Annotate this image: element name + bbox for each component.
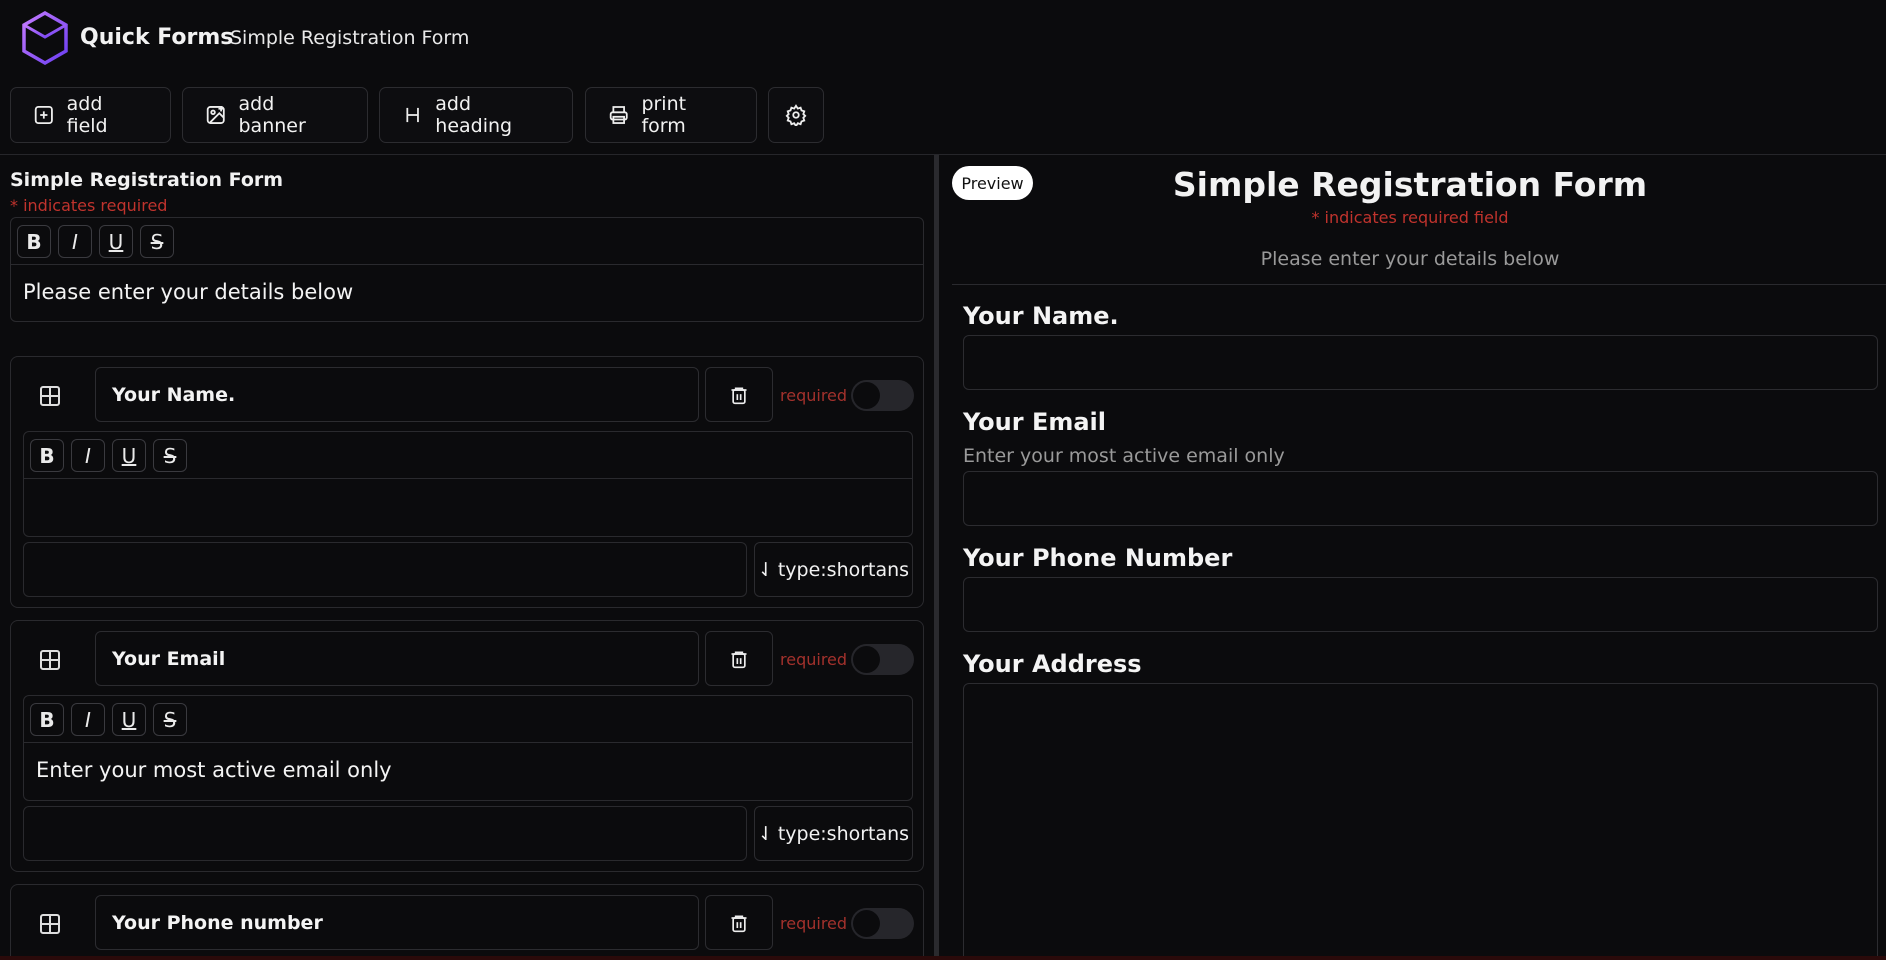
field-description-editor[interactable]: B I U S Enter your most active email onl… [23, 695, 913, 801]
toggle-knob [853, 646, 880, 673]
trash-icon [731, 915, 747, 932]
add-field-label: add field [66, 93, 108, 137]
app-brand: Quick Forms [80, 25, 234, 50]
italic-button[interactable]: I [58, 225, 92, 258]
address-textarea[interactable] [963, 683, 1878, 960]
required-label: required [780, 650, 848, 669]
strikethrough-button[interactable]: S [153, 703, 187, 736]
form-description-text: Please enter your details below [23, 280, 354, 304]
required-note: * indicates required [10, 196, 168, 215]
delete-field-button[interactable] [705, 631, 773, 686]
toggle-knob [853, 910, 880, 937]
preview-field-label: Your Name. [963, 302, 1119, 330]
format-toolbar: B I U S [24, 432, 912, 479]
italic-button[interactable]: I [71, 439, 105, 472]
field-type-label: type:shortans [777, 558, 910, 581]
underline-button[interactable]: U [99, 225, 133, 258]
form-editor: Simple Registration Form * indicates req… [0, 155, 934, 960]
print-form-label: print form [641, 93, 687, 137]
form-description-editor[interactable]: B I U S Please enter your details below [10, 217, 924, 322]
panel-splitter[interactable] [934, 155, 939, 960]
underline-button[interactable]: U [112, 439, 146, 472]
preview-field-help: Enter your most active email only [963, 445, 1285, 467]
add-heading-button[interactable]: add heading [379, 87, 573, 143]
editor-title: Simple Registration Form [10, 169, 284, 191]
format-toolbar: B I U S [11, 218, 923, 265]
field-card: Your Email required B I U S Enter your m… [10, 620, 924, 872]
preview-field-label: Your Phone Number [963, 544, 1233, 572]
delete-field-button[interactable] [705, 367, 773, 422]
delete-field-button[interactable] [705, 895, 773, 950]
bottom-edge [0, 956, 1886, 960]
gear-icon [785, 104, 807, 126]
field-label-input[interactable]: Your Name. [95, 367, 699, 422]
field-description-text: Enter your most active email only [36, 758, 392, 782]
app-header: Quick Forms Simple Registration Form [0, 0, 1886, 76]
add-heading-label: add heading [435, 93, 513, 137]
settings-button[interactable] [768, 87, 824, 143]
preview-divider [952, 284, 1886, 285]
sort-icon: ⇃ [757, 558, 774, 581]
toggle-knob [853, 382, 880, 409]
grid-icon[interactable] [39, 385, 61, 407]
cube-logo-icon [22, 11, 68, 65]
plus-square-icon [34, 105, 53, 125]
field-label-input[interactable]: Your Phone number [95, 895, 699, 950]
field-type-label: type:shortans [777, 822, 910, 845]
bold-button[interactable]: B [30, 703, 64, 736]
required-label: required [780, 386, 848, 405]
heading-icon [406, 107, 419, 123]
strikethrough-button[interactable]: S [140, 225, 174, 258]
image-plus-icon [206, 106, 225, 124]
required-toggle[interactable] [851, 644, 914, 675]
preview-field-label: Your Email [963, 408, 1106, 436]
grid-icon[interactable] [39, 649, 61, 671]
field-type-button[interactable]: ⇃ type:shortans [754, 806, 913, 861]
preview-required-note: * indicates required field [1311, 208, 1509, 227]
add-field-button[interactable]: add field [10, 87, 171, 143]
email-input[interactable] [963, 471, 1878, 526]
trash-icon [731, 387, 747, 404]
field-card: Your Phone number required [10, 884, 924, 960]
field-card: Your Name. required B I U S ⇃ type:short… [10, 356, 924, 608]
required-toggle[interactable] [851, 380, 914, 411]
strikethrough-button[interactable]: S [153, 439, 187, 472]
required-toggle[interactable] [851, 908, 914, 939]
italic-button[interactable]: I [71, 703, 105, 736]
bold-button[interactable]: B [17, 225, 51, 258]
preview-field-label: Your Address [963, 650, 1142, 678]
field-type-button[interactable]: ⇃ type:shortans [754, 542, 913, 597]
field-label-input[interactable]: Your Email [95, 631, 699, 686]
name-input[interactable] [963, 335, 1878, 390]
underline-button[interactable]: U [112, 703, 146, 736]
format-toolbar: B I U S [24, 696, 912, 743]
trash-icon [731, 651, 747, 668]
form-name: Simple Registration Form [230, 27, 470, 49]
print-form-button[interactable]: print form [585, 87, 757, 143]
sort-icon: ⇃ [757, 822, 774, 845]
answer-preview-input[interactable] [23, 806, 747, 861]
required-label: required [780, 914, 848, 933]
preview-title: Simple Registration Form [1172, 165, 1648, 204]
field-description-editor[interactable]: B I U S [23, 431, 913, 537]
phone-input[interactable] [963, 577, 1878, 632]
bold-button[interactable]: B [30, 439, 64, 472]
add-banner-button[interactable]: add banner [182, 87, 368, 143]
form-preview: Preview Simple Registration Form * indic… [940, 155, 1886, 960]
printer-icon [609, 106, 628, 124]
answer-preview-input[interactable] [23, 542, 747, 597]
add-banner-label: add banner [238, 93, 306, 137]
preview-description: Please enter your details below [1260, 248, 1560, 270]
grid-icon[interactable] [39, 913, 61, 935]
